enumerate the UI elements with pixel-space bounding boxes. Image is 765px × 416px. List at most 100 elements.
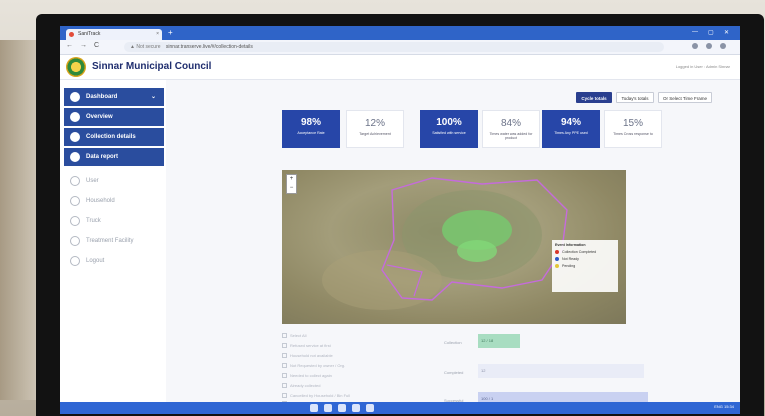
new-tab-button[interactable]: + (168, 28, 173, 37)
checkbox[interactable] (282, 393, 287, 398)
overview-icon (70, 112, 80, 122)
checkbox[interactable] (282, 343, 287, 348)
sidebar-item-data-report[interactable]: Data report (64, 148, 164, 166)
sidebar-item-logout[interactable]: Logout (64, 252, 164, 270)
address-bar[interactable]: ▲ Not secure sinnar.transerve.live/#/col… (124, 42, 664, 52)
checkbox[interactable] (282, 373, 287, 378)
sidebar-item-label: Treatment Facility (86, 238, 134, 244)
kpi-label: Target Achievement (359, 132, 391, 136)
kpi-label: Satisfied with service (432, 131, 466, 135)
edge-icon[interactable] (338, 404, 346, 412)
sidebar-item-dashboard[interactable]: Dashboard ⌄ (64, 88, 164, 106)
user-icon (70, 176, 80, 186)
kpi-card: 98% Acceptance Rate (282, 110, 340, 148)
sidebar-item-truck[interactable]: Truck (64, 212, 164, 230)
monitor-screen: SaniTrack × + — ▢ ✕ ← → C ▲ Not secure s… (60, 26, 740, 414)
facility-icon (70, 236, 80, 246)
menu-icon[interactable] (720, 43, 726, 49)
tab-title: SaniTrack (78, 31, 101, 37)
kpi-value: 94% (560, 117, 581, 128)
sidebar-item-overview[interactable]: Overview (64, 108, 164, 126)
back-button[interactable]: ← (66, 42, 73, 49)
zoom-out-button[interactable]: − (287, 184, 296, 193)
profile-icon[interactable] (706, 43, 712, 49)
yellow-marker-icon (555, 264, 559, 269)
explorer-icon[interactable] (352, 404, 360, 412)
kpi-label: Acceptance Rate (297, 131, 325, 135)
maximize-button[interactable]: ▢ (708, 29, 714, 36)
browser-toolbar: ← → C ▲ Not secure sinnar.transerve.live… (60, 40, 740, 55)
zoom-in-button[interactable]: + (287, 175, 296, 184)
kpi-value: 15% (622, 118, 643, 129)
kpi-value: 100% (436, 117, 462, 128)
windows-taskbar: ENG 15:34 (60, 402, 740, 414)
sidebar: Dashboard ⌄ Overview Collection details … (60, 80, 166, 414)
sidebar-item-label: Dashboard (86, 94, 118, 100)
sidebar-item-label: Logout (86, 258, 105, 264)
checkbox-item[interactable]: Needed to collect again (282, 372, 432, 381)
map-legend: Event Information Collection Completed N… (552, 240, 618, 292)
legend-label: Not Ready (562, 257, 579, 262)
logout-icon (70, 256, 80, 266)
kpi-value: 98% (300, 117, 321, 128)
browser-tab[interactable]: SaniTrack × (66, 29, 162, 40)
logged-in-user: Logged in User : Admin Sinnar (675, 64, 730, 69)
dashboard-icon (70, 92, 80, 102)
checkbox-item[interactable]: Refused service at first (282, 342, 432, 351)
favicon-icon (69, 32, 74, 37)
sidebar-item-label: Data report (86, 154, 119, 160)
red-marker-icon (555, 250, 559, 255)
select-time-frame-button[interactable]: Or Select Time Frame (658, 92, 712, 103)
kpi-label: Times Cross response to (613, 132, 653, 136)
checkbox[interactable] (282, 353, 287, 358)
extension-icon[interactable] (692, 43, 698, 49)
kpi-card: 84% Times water was added for product (482, 110, 540, 148)
kpi-card: 94% Times Any PPE used (542, 110, 600, 148)
bar-row-label: Collection (444, 340, 462, 345)
checkbox-item[interactable]: Select All (282, 332, 432, 341)
kpi-card: 100% Satisfied with service (420, 110, 478, 148)
checkbox-item[interactable]: Not Requested by owner / Org. (282, 362, 432, 371)
checkbox-item[interactable]: Household not available (282, 352, 432, 361)
system-tray[interactable]: ENG 15:34 (714, 404, 734, 409)
checkbox[interactable] (282, 383, 287, 388)
start-icon[interactable] (310, 404, 318, 412)
bar-row: 12 / 18 (478, 334, 520, 348)
sidebar-item-user[interactable]: User (64, 172, 164, 190)
sidebar-item-collection-details[interactable]: Collection details (64, 128, 164, 146)
blue-marker-icon (555, 257, 559, 262)
checkbox[interactable] (282, 333, 287, 338)
kpi-label: Times water was added for product (489, 132, 533, 140)
main-content: Cycle totals Today's totals Or Select Ti… (166, 80, 740, 414)
legend-label: Collection Completed (562, 250, 597, 254)
municipal-logo (66, 57, 86, 77)
app-title: Sinnar Municipal Council (92, 61, 212, 72)
kpi-value: 84% (500, 118, 521, 129)
sidebar-item-label: Household (86, 198, 115, 204)
map-zoom-control[interactable]: + − (286, 174, 297, 194)
forward-button[interactable]: → (80, 42, 87, 49)
todays-totals-button[interactable]: Today's totals (616, 92, 654, 103)
checkbox[interactable] (282, 363, 287, 368)
not-secure-indicator[interactable]: ▲ Not secure (130, 44, 161, 50)
close-window-button[interactable]: ✕ (724, 29, 729, 36)
sidebar-item-label: Collection details (86, 134, 136, 140)
collection-map[interactable]: + − Event Information Collection Complet… (282, 170, 626, 324)
kpi-card: 15% Times Cross response to (604, 110, 662, 148)
minimize-button[interactable]: — (692, 29, 698, 35)
legend-label: Pending (562, 264, 576, 269)
sidebar-item-label: User (86, 178, 99, 184)
chrome-icon[interactable] (366, 404, 374, 412)
search-icon[interactable] (324, 404, 332, 412)
tab-close-icon[interactable]: × (156, 29, 159, 40)
sidebar-item-household[interactable]: Household (64, 192, 164, 210)
legend-item: Collection Completed (555, 250, 615, 255)
cycle-totals-button[interactable]: Cycle totals (576, 92, 612, 103)
url-text: sinnar.transerve.live/#/collection-detai… (165, 44, 253, 50)
chevron-down-icon: ⌄ (150, 94, 156, 100)
collection-icon (70, 132, 80, 142)
checkbox-item[interactable]: Already collected (282, 382, 432, 391)
reload-button[interactable]: C (94, 42, 99, 49)
kpi-card: 12% Target Achievement (346, 110, 404, 148)
sidebar-item-treatment-facility[interactable]: Treatment Facility (64, 232, 164, 250)
